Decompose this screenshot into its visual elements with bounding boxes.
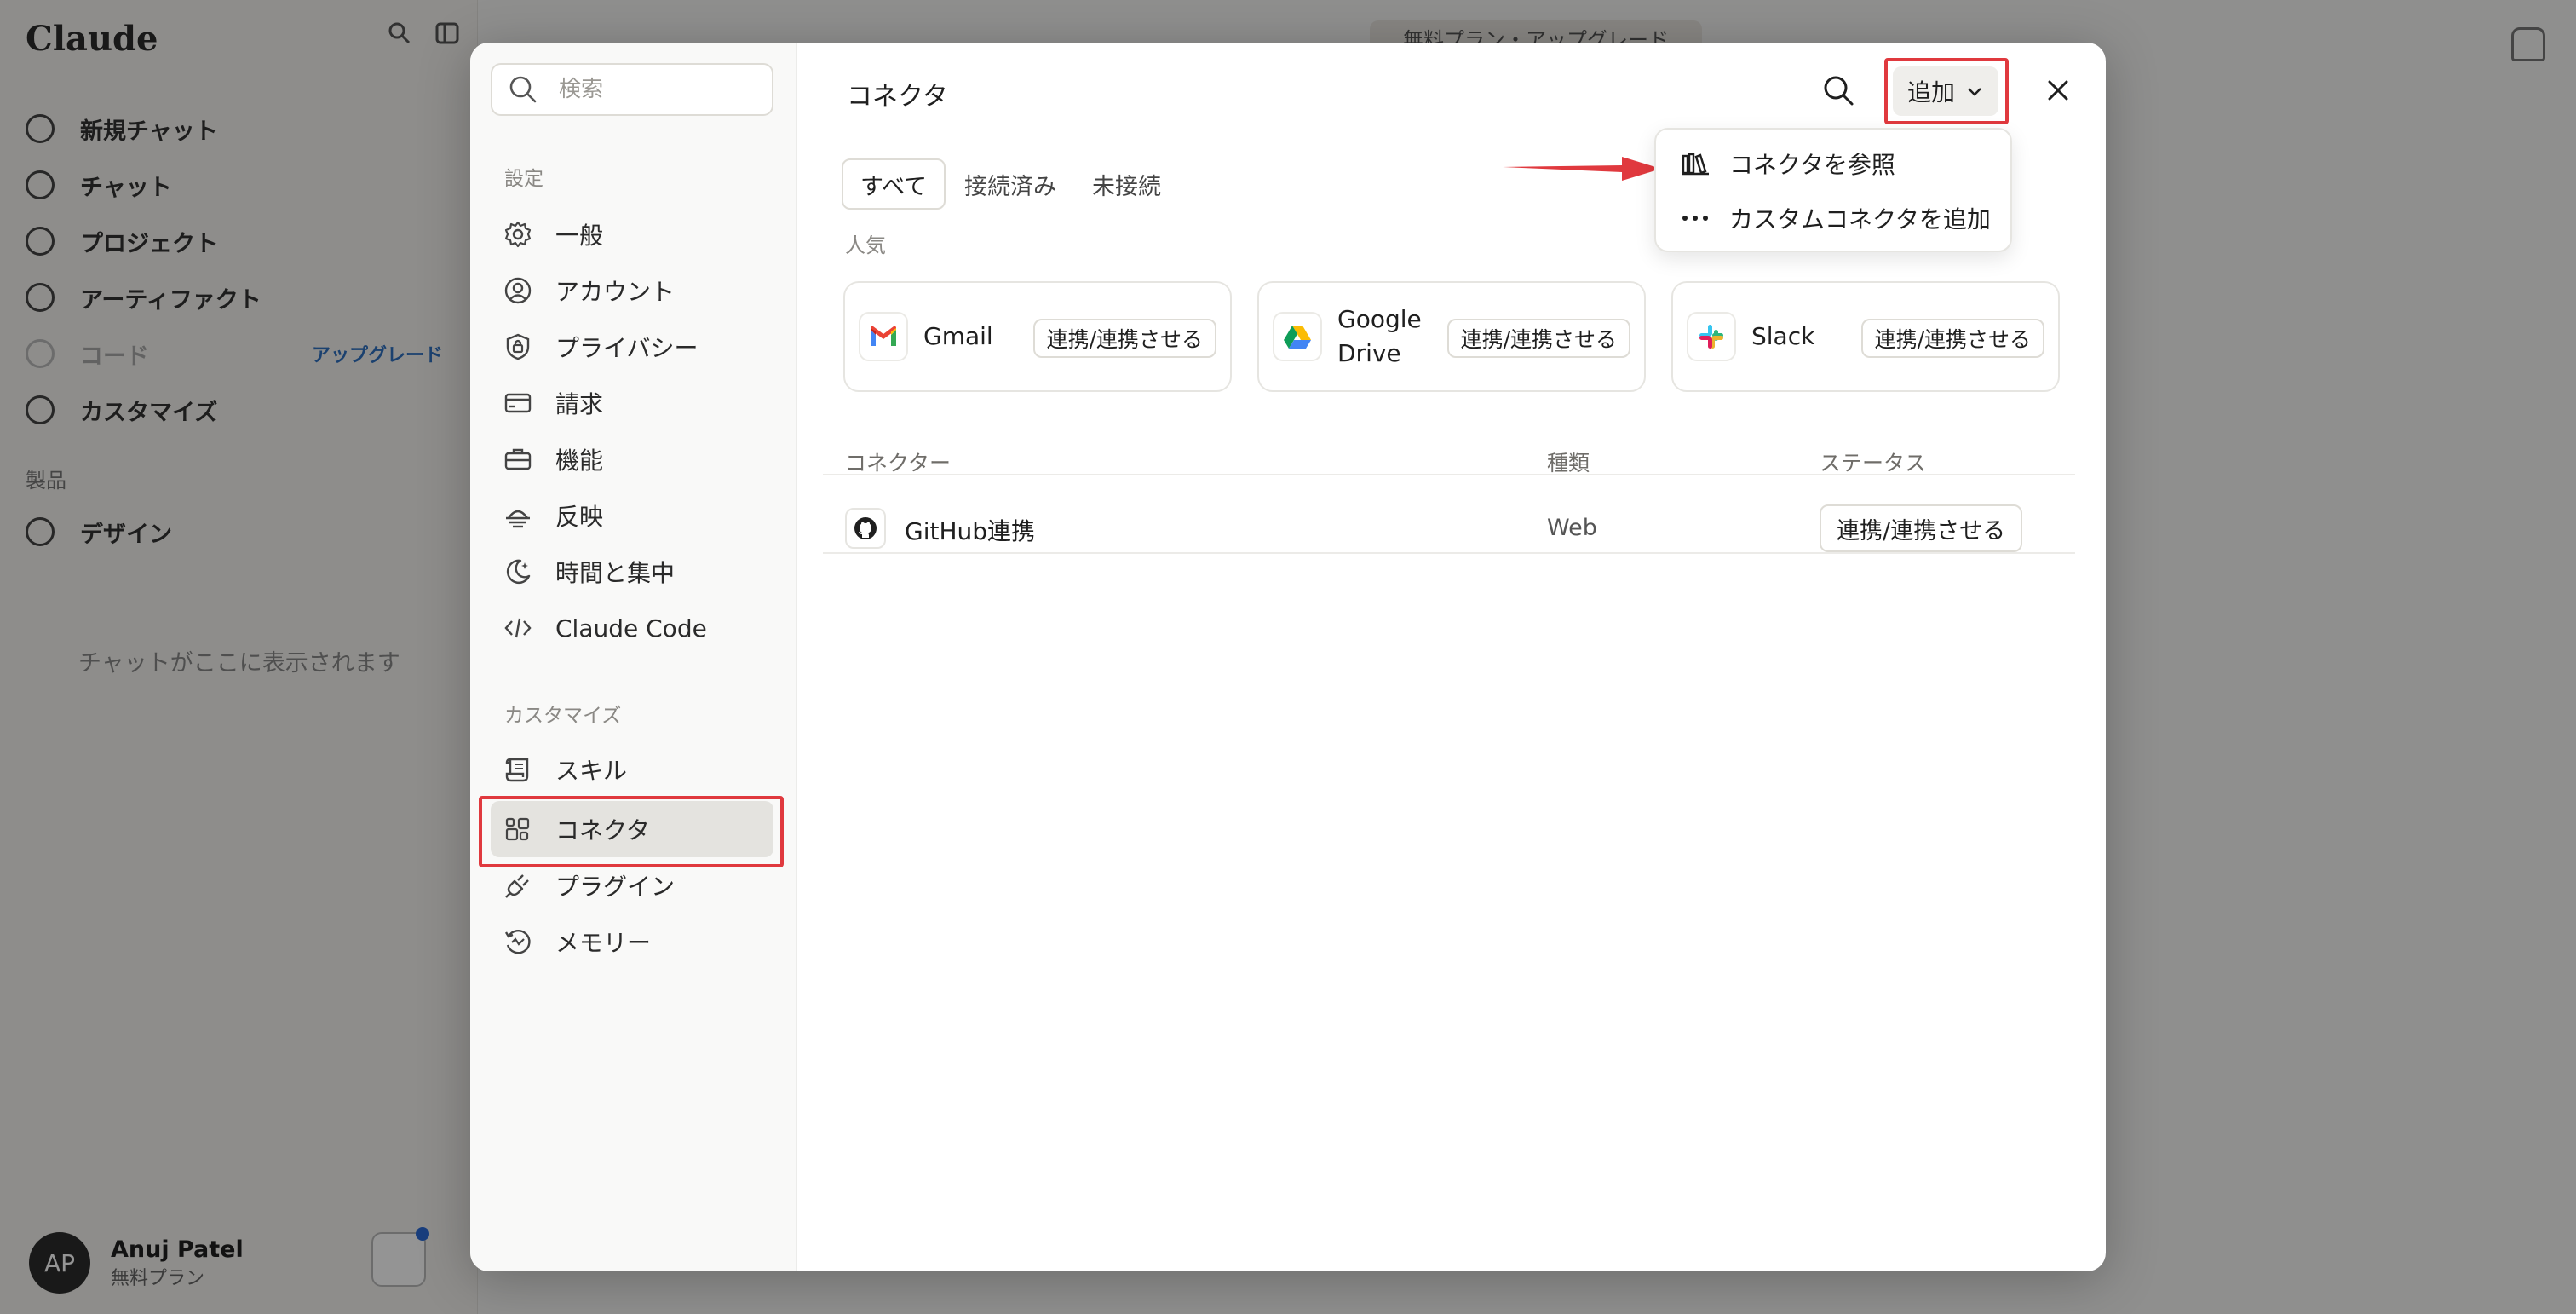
menu-item-browse-connectors[interactable]: コネクタを参照 [1656, 138, 2014, 189]
close-icon[interactable] [2041, 73, 2075, 107]
add-button[interactable]: 追加 [1893, 66, 1998, 116]
table-divider [823, 474, 2075, 475]
connect-button[interactable]: 連携/連携させる [1820, 504, 2023, 552]
connector-card-slack: Slack 連携/連携させる [1671, 281, 2060, 392]
gmail-icon [859, 312, 908, 361]
settings-modal: 設定 一般 アカウント プライバシー 請求 機能 反映 時間と集中 [470, 43, 2106, 1271]
settings-search-input[interactable] [557, 76, 748, 103]
annotation-arrow [1503, 157, 1661, 181]
popular-connectors: Gmail 連携/連携させる Google Drive 連携/連携させる Sla… [843, 281, 2060, 392]
sidebar-item-account[interactable]: アカウント [491, 262, 773, 319]
sidebar-item-memory[interactable]: メモリー [491, 913, 773, 970]
gear-icon [503, 219, 533, 250]
code-brackets-icon [503, 613, 533, 643]
tab-all[interactable]: すべて [842, 158, 946, 210]
column-header-status: ステータス [1820, 451, 1927, 475]
library-icon [1680, 148, 1711, 179]
credit-card-icon [503, 388, 533, 418]
filter-tabs: すべて 接続済み 未接続 [842, 158, 1180, 210]
sidebar-item-billing[interactable]: 請求 [491, 375, 773, 431]
popular-section-label: 人気 [845, 233, 886, 257]
search-icon [506, 72, 540, 107]
moon-icon [503, 556, 533, 587]
connector-card-name: Google Drive [1337, 305, 1422, 367]
connector-card-name: Slack [1751, 322, 1815, 350]
github-icon [845, 508, 886, 549]
tab-not-connected[interactable]: 未接続 [1075, 160, 1178, 208]
connect-button[interactable]: 連携/連携させる [1032, 319, 1216, 358]
column-header-connector: コネクター [845, 451, 952, 475]
sidebar-item-features[interactable]: 機能 [491, 431, 773, 487]
connector-search-icon[interactable] [1820, 72, 1857, 109]
sidebar-item-skills[interactable]: スキル [491, 741, 773, 798]
google-drive-icon [1273, 312, 1322, 361]
settings-sidebar: 設定 一般 アカウント プライバシー 請求 機能 反映 時間と集中 [470, 43, 797, 1271]
plug-icon [503, 870, 533, 901]
column-header-type: 種類 [1547, 451, 1590, 475]
chevron-down-icon [1968, 88, 1981, 96]
tab-connected[interactable]: 接続済み [947, 160, 1073, 208]
settings-section-label: 設定 [504, 168, 543, 190]
table-divider [823, 552, 2075, 554]
sunset-icon [503, 500, 533, 531]
table-row: GitHub連携 Web 連携/連携させる [845, 489, 2072, 568]
connector-name: GitHub連携 [905, 517, 1036, 545]
user-circle-icon [503, 275, 533, 306]
connect-button[interactable]: 連携/連携させる [1446, 319, 1630, 358]
customize-section-label: カスタマイズ [504, 705, 622, 727]
connector-card-gmail: Gmail 連携/連携させる [843, 281, 1232, 392]
menu-item-add-custom-connector[interactable]: カスタムコネクタを追加 [1656, 193, 2014, 244]
connector-type: Web [1547, 515, 1597, 541]
connector-card-name: Gmail [923, 322, 993, 350]
connector-card-google-drive: Google Drive 連携/連携させる [1257, 281, 1646, 392]
sidebar-item-reflection[interactable]: 反映 [491, 487, 773, 544]
sidebar-item-claude-code[interactable]: Claude Code [491, 600, 773, 656]
slack-icon [1687, 312, 1736, 361]
toolbox-icon [503, 444, 533, 475]
sidebar-item-general[interactable]: 一般 [491, 206, 773, 262]
scroll-icon [503, 754, 533, 785]
settings-search[interactable] [491, 63, 773, 116]
sidebar-item-privacy[interactable]: プライバシー [491, 319, 773, 375]
connectors-highlight-box [479, 796, 784, 867]
ellipsis-icon [1680, 203, 1711, 233]
connect-button[interactable]: 連携/連携させる [1860, 319, 2044, 358]
sidebar-item-time-focus[interactable]: 時間と集中 [491, 544, 773, 600]
history-icon [503, 926, 533, 957]
page-title: コネクタ [847, 82, 948, 112]
add-dropdown-menu: コネクタを参照 カスタムコネクタを追加 [1654, 128, 2012, 252]
shield-lock-icon [503, 331, 533, 362]
